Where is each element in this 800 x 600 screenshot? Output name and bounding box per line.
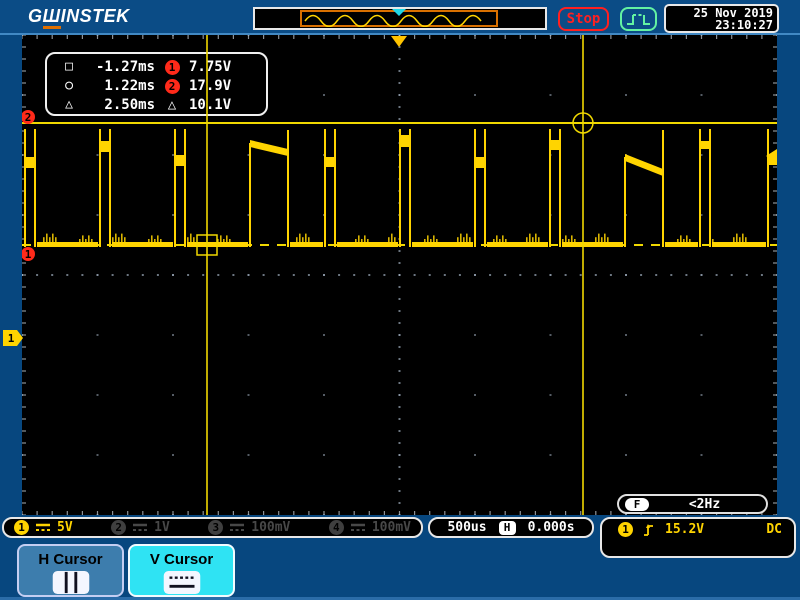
datetime-box: 25 Nov 2019 23:10:27 bbox=[664, 4, 779, 33]
dc-coupling-icon bbox=[36, 523, 50, 531]
trigger-source-badge: 1 bbox=[618, 522, 633, 537]
scope-display: □ -1.27ms 1 7.75V ○ 1.22ms 2 17.9V △ 2.5… bbox=[22, 35, 777, 515]
rising-edge-icon bbox=[644, 524, 653, 536]
stop-label: Stop bbox=[566, 11, 601, 27]
trigger-position-marker-icon bbox=[391, 36, 407, 47]
ch1-position-indicator: 1 bbox=[3, 330, 23, 346]
h-cursor-label: H Cursor bbox=[38, 551, 103, 568]
timebase-position: 0.000s bbox=[527, 520, 575, 535]
trigger-level-value: 15.2V bbox=[665, 522, 705, 537]
dc-coupling-icon bbox=[230, 523, 245, 531]
cursor-delta-volt-symbol: △ bbox=[167, 96, 177, 113]
cursor-delta-time: 2.50ms bbox=[104, 96, 155, 113]
frequency-readout-box: F <2Hz bbox=[617, 494, 768, 514]
frequency-value: <2Hz bbox=[688, 496, 721, 512]
trigger-status-box: 1 15.2V DC bbox=[600, 517, 796, 558]
v-cursor-button[interactable]: V Cursor bbox=[128, 544, 235, 597]
trigger-coupling: DC bbox=[766, 522, 782, 537]
channel-4-status: 4 100mV bbox=[328, 520, 411, 535]
cursor2-volt: 17.9V bbox=[189, 77, 232, 94]
horizontal-badge: H bbox=[498, 520, 516, 535]
channel-status-bar: 1 5V 2 1V 3 100mV 4 100mV bbox=[2, 517, 423, 538]
pulse-waveform-icon bbox=[627, 14, 650, 25]
h-cursor-icon bbox=[52, 570, 89, 595]
cursor1-volt-badge: 1 bbox=[155, 59, 189, 75]
h-cursor-button[interactable]: H Cursor bbox=[17, 544, 124, 597]
channel-1-scale: 5V bbox=[57, 520, 73, 535]
cursor2-symbol: ○ bbox=[65, 78, 73, 93]
cursor-delta-symbol: △ bbox=[65, 97, 73, 112]
cursor1-symbol: □ bbox=[65, 59, 73, 74]
gwinstek-logo: GШINSTEK bbox=[28, 6, 130, 29]
dc-coupling-icon bbox=[350, 523, 365, 531]
cursor-row-1: □ -1.27ms 1 7.75V bbox=[59, 57, 266, 76]
trigger-level-marker-icon bbox=[766, 149, 777, 163]
cursor2-volt-badge: 2 bbox=[155, 78, 189, 94]
channel-4-badge: 4 bbox=[328, 520, 344, 535]
dc-coupling-icon bbox=[133, 523, 148, 531]
acquisition-stop-badge: Stop bbox=[558, 7, 609, 31]
timebase-scale: 500us bbox=[447, 520, 487, 535]
channel-1-status: 1 5V bbox=[14, 520, 73, 535]
logo-w: Ш bbox=[42, 6, 61, 29]
cursor-delta-row: △ 2.50ms △ 10.1V bbox=[59, 95, 266, 114]
channel-3-badge: 3 bbox=[208, 520, 224, 535]
cursor1-time: -1.27ms bbox=[95, 58, 155, 75]
logo-rest: INSTEK bbox=[60, 6, 130, 26]
time-text: 23:10:27 bbox=[715, 18, 773, 32]
channel-3-scale: 100mV bbox=[251, 520, 291, 535]
cursor-row-2: ○ 1.22ms 2 17.9V bbox=[59, 76, 266, 95]
cursor2-time: 1.22ms bbox=[104, 77, 155, 94]
frequency-badge: F bbox=[625, 497, 649, 511]
channel-2-badge: 2 bbox=[111, 520, 127, 535]
preview-trigger-marker-icon bbox=[392, 9, 406, 16]
channel-2-status: 2 1V bbox=[111, 520, 170, 535]
timebase-status-box: 500us H 0.000s bbox=[428, 517, 594, 538]
v-cursor-label: V Cursor bbox=[149, 551, 214, 568]
logo-g: G bbox=[28, 6, 43, 26]
channel-2-scale: 1V bbox=[154, 520, 170, 535]
trigger-mode-badge bbox=[620, 7, 657, 31]
cursor1-volt: 7.75V bbox=[189, 58, 232, 75]
channel-1-badge: 1 bbox=[14, 520, 29, 535]
v-cursor-icon bbox=[163, 570, 200, 595]
channel-3-status: 3 100mV bbox=[208, 520, 290, 535]
waveform-preview-box bbox=[253, 7, 547, 30]
cursor-readout-panel: □ -1.27ms 1 7.75V ○ 1.22ms 2 17.9V △ 2.5… bbox=[45, 52, 268, 116]
channel-4-scale: 100mV bbox=[371, 520, 411, 535]
cursor-delta-volt: 10.1V bbox=[189, 96, 232, 113]
